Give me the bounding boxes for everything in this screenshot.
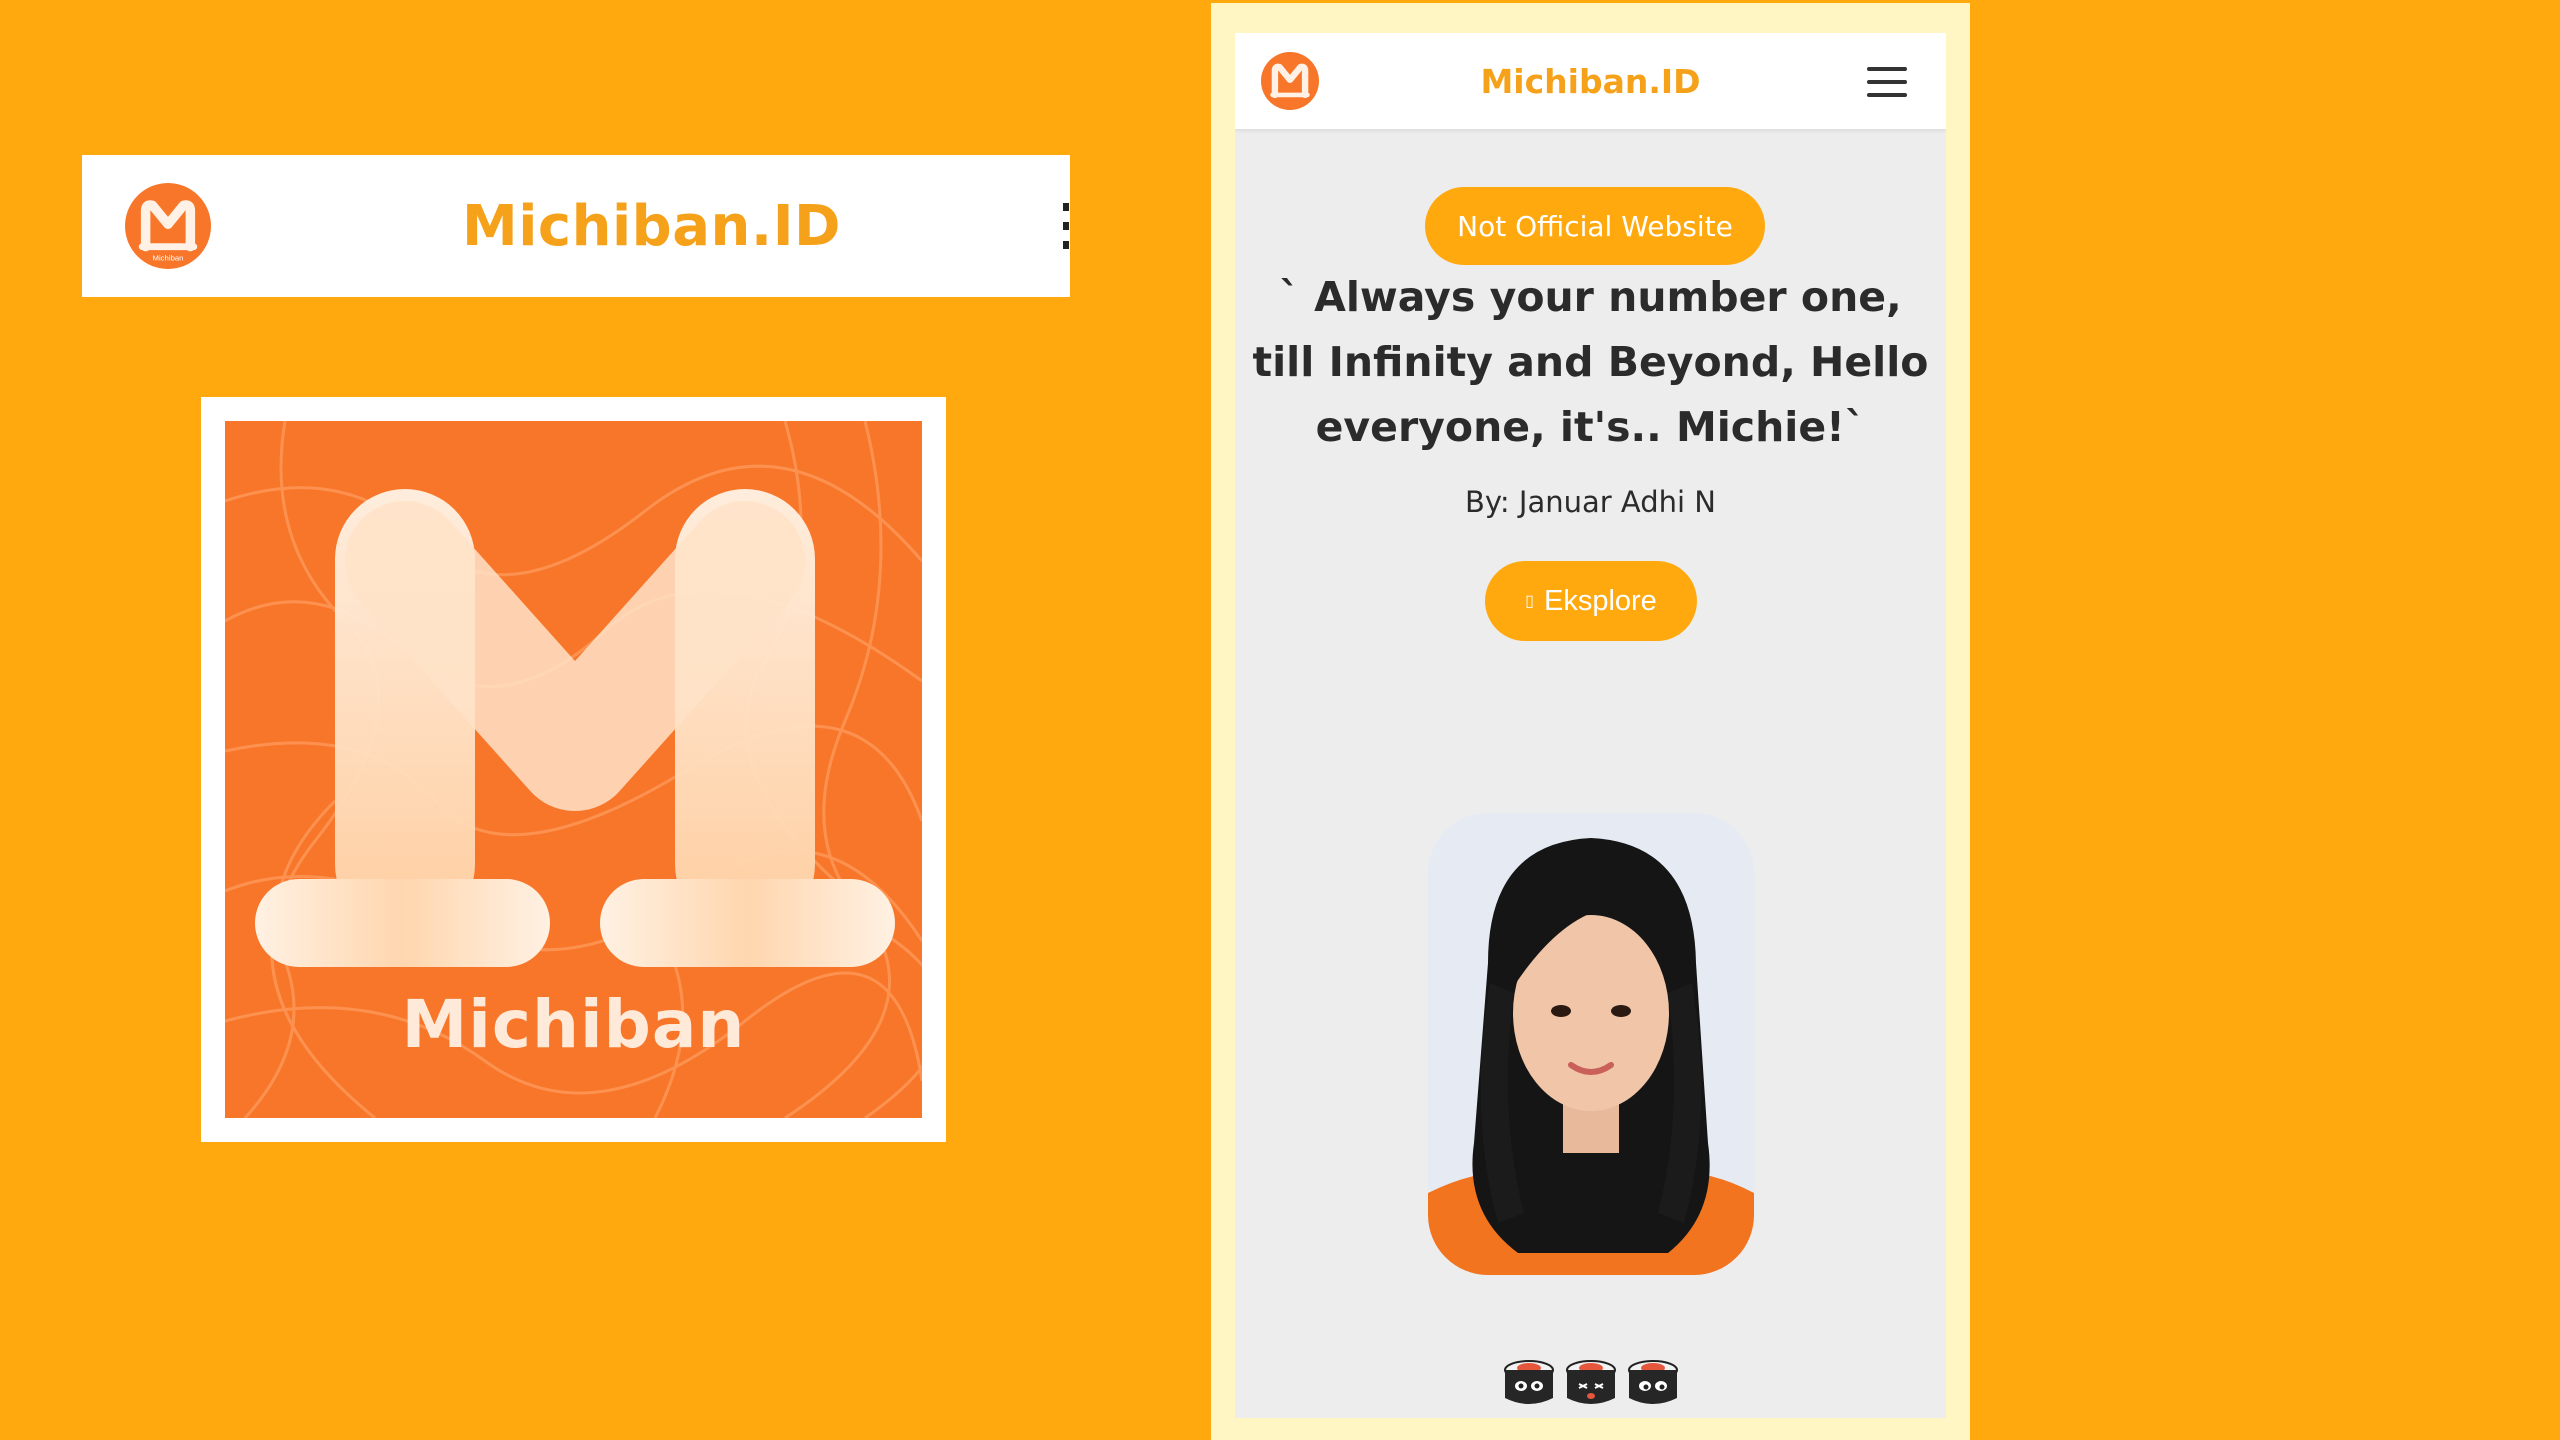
- phone-frame: Michiban.ID Not Official Website ` Alway…: [1211, 3, 1970, 1440]
- mobile-header: Michiban.ID: [1235, 33, 1946, 129]
- explore-button[interactable]: ▯ Eksplore: [1485, 561, 1697, 641]
- michiban-logo-artwork: Michiban: [225, 421, 922, 1118]
- mobile-site-title[interactable]: Michiban.ID: [1235, 33, 1946, 129]
- hero-quote: ` Always your number one, till Infinity …: [1252, 273, 1929, 451]
- sushi-icon: [1627, 1360, 1678, 1404]
- logo-wordmark: Michiban: [401, 986, 746, 1063]
- member-portrait: [1428, 813, 1754, 1275]
- site-title[interactable]: Michiban.ID: [462, 155, 962, 297]
- explore-button-label: Eksplore: [1543, 584, 1657, 617]
- logo-card: Michiban: [201, 397, 946, 1142]
- hamburger-menu-icon[interactable]: [1867, 67, 1907, 97]
- svg-text:Michiban: Michiban: [153, 253, 184, 262]
- kebab-menu-icon[interactable]: [1062, 203, 1070, 249]
- sushi-icon: [1503, 1360, 1554, 1404]
- sushi-icon: [1565, 1360, 1616, 1404]
- mobile-screen: Michiban.ID Not Official Website ` Alway…: [1235, 33, 1946, 1418]
- michiban-logo-icon[interactable]: Michiban: [125, 183, 211, 269]
- not-official-badge: Not Official Website: [1425, 187, 1765, 265]
- footer-icon-row: [1235, 1356, 1946, 1412]
- author-byline: By: Januar Adhi N: [1464, 485, 1717, 519]
- desktop-header: Michiban Michiban.ID: [82, 155, 1070, 297]
- arrow-icon: ▯: [1525, 593, 1534, 610]
